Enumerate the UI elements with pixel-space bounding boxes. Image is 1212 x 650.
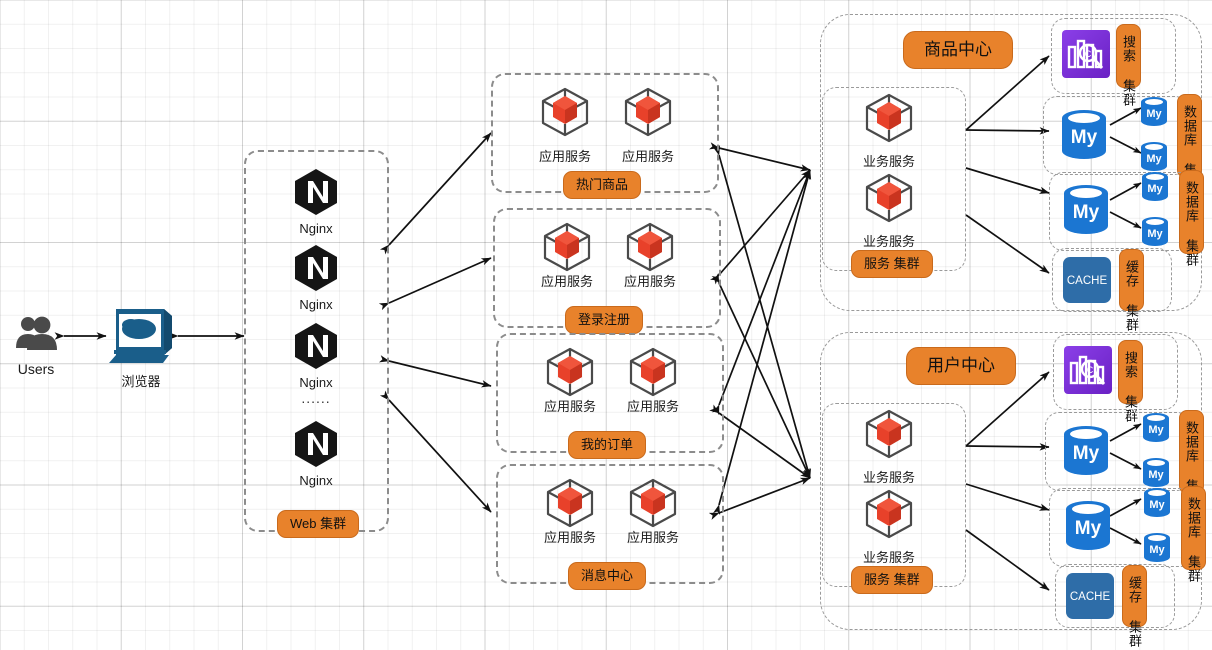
appgroup-to-center-edges [708,142,812,520]
svg-text:C: C [1085,49,1092,59]
app-service-label: 应用服务 [543,530,596,545]
mysql-icon: My [1138,215,1172,249]
app-service-icon [544,346,596,398]
mysql-icon: My [1057,181,1115,239]
users-label: Users [17,361,55,377]
business-service-icon [863,172,915,224]
svg-text:CACHE: CACHE [1067,275,1108,287]
user-service-cluster-badge: 服务 集群 [851,566,933,594]
business-service-label: 业务服务 [862,550,915,565]
app-service-label: 应用服务 [626,530,679,545]
architecture-diagram-canvas: Users 浏览器 Nginx Nginx Nginx ...... Nginx… [0,0,1212,650]
mysql-icon: My [1137,95,1171,129]
db-cluster-badge: 数据库 集群 [1179,410,1204,507]
app-group-badge: 热门商品 [563,171,642,199]
business-service-icon [863,408,915,460]
mysql-icon: My [1139,411,1173,445]
app-group-badge: 我的订单 [568,431,647,459]
app-service-label: 应用服务 [623,274,676,289]
search-engine-icon: C [1061,29,1111,79]
mysql-icon: My [1140,531,1174,565]
app-service-label: 应用服务 [540,274,593,289]
app-group-badge: 消息中心 [568,562,647,590]
nginx-icon [292,168,340,216]
web-to-appgroup-edges [378,132,492,513]
app-service-icon [622,86,674,138]
search-cluster-badge: 搜索 集群 [1116,24,1141,107]
business-service-label: 业务服务 [862,154,915,169]
svg-text:My: My [1149,544,1165,556]
search-engine-icon: C [1063,345,1113,395]
svg-text:C: C [1087,365,1094,375]
app-service-label: 应用服务 [621,149,674,164]
nginx-icon [292,244,340,292]
app-service-icon [624,221,676,273]
mysql-icon: My [1139,456,1173,490]
user-center-title: 用户中心 [906,347,1016,385]
web-node-label: Nginx [299,297,333,312]
svg-text:My: My [1146,153,1162,165]
mysql-icon: My [1059,497,1117,555]
svg-text:My: My [1073,443,1100,464]
web-node-label: Nginx [299,221,333,236]
app-service-icon [627,346,679,398]
search-cluster-badge: 搜索 集群 [1118,340,1143,423]
mysql-icon: My [1137,140,1171,174]
browser-icon [106,305,176,367]
nginx-icon [292,420,340,468]
db-cluster-badge: 数据库 集群 [1177,94,1202,191]
app-service-icon [539,86,591,138]
web-cluster-badge: Web 集群 [277,510,360,538]
cache-icon: CACHE [1065,572,1115,620]
app-service-icon [544,477,596,529]
svg-text:My: My [1075,518,1102,539]
svg-text:My: My [1148,469,1164,481]
svg-text:My: My [1147,228,1163,240]
db-cluster-badge: 数据库 集群 [1179,170,1204,267]
business-service-icon [863,92,915,144]
mysql-icon: My [1057,422,1115,480]
app-service-icon [627,477,679,529]
app-service-label: 应用服务 [543,399,596,414]
cache-cluster-badge: 缓存 集群 [1122,565,1147,648]
app-service-label: 应用服务 [538,149,591,164]
svg-text:My: My [1148,424,1164,436]
business-service-label: 业务服务 [862,470,915,485]
db-cluster-badge: 数据库 集群 [1181,486,1206,583]
product-service-cluster-badge: 服务 集群 [851,250,933,278]
svg-text:My: My [1149,499,1165,511]
mysql-icon: My [1138,170,1172,204]
svg-text:My: My [1147,183,1163,195]
mysql-icon: My [1055,106,1113,164]
business-service-icon [863,488,915,540]
mysql-icon: My [1140,486,1174,520]
app-service-icon [541,221,593,273]
web-node-label: Nginx [299,375,333,390]
svg-text:My: My [1071,127,1098,148]
svg-text:My: My [1146,108,1162,120]
svg-text:My: My [1073,202,1100,223]
cache-icon: CACHE [1062,256,1112,304]
product-center-title: 商品中心 [903,31,1013,69]
nginx-icon [292,322,340,370]
web-cluster-ellipsis: ...... [301,390,331,406]
cache-cluster-badge: 缓存 集群 [1119,249,1144,332]
web-node-label: Nginx [299,473,333,488]
users-icon [14,312,58,356]
svg-text:CACHE: CACHE [1070,591,1111,603]
app-group-badge: 登录注册 [565,306,644,334]
app-service-label: 应用服务 [626,399,679,414]
browser-label: 浏览器 [121,374,161,389]
business-service-label: 业务服务 [862,234,915,249]
